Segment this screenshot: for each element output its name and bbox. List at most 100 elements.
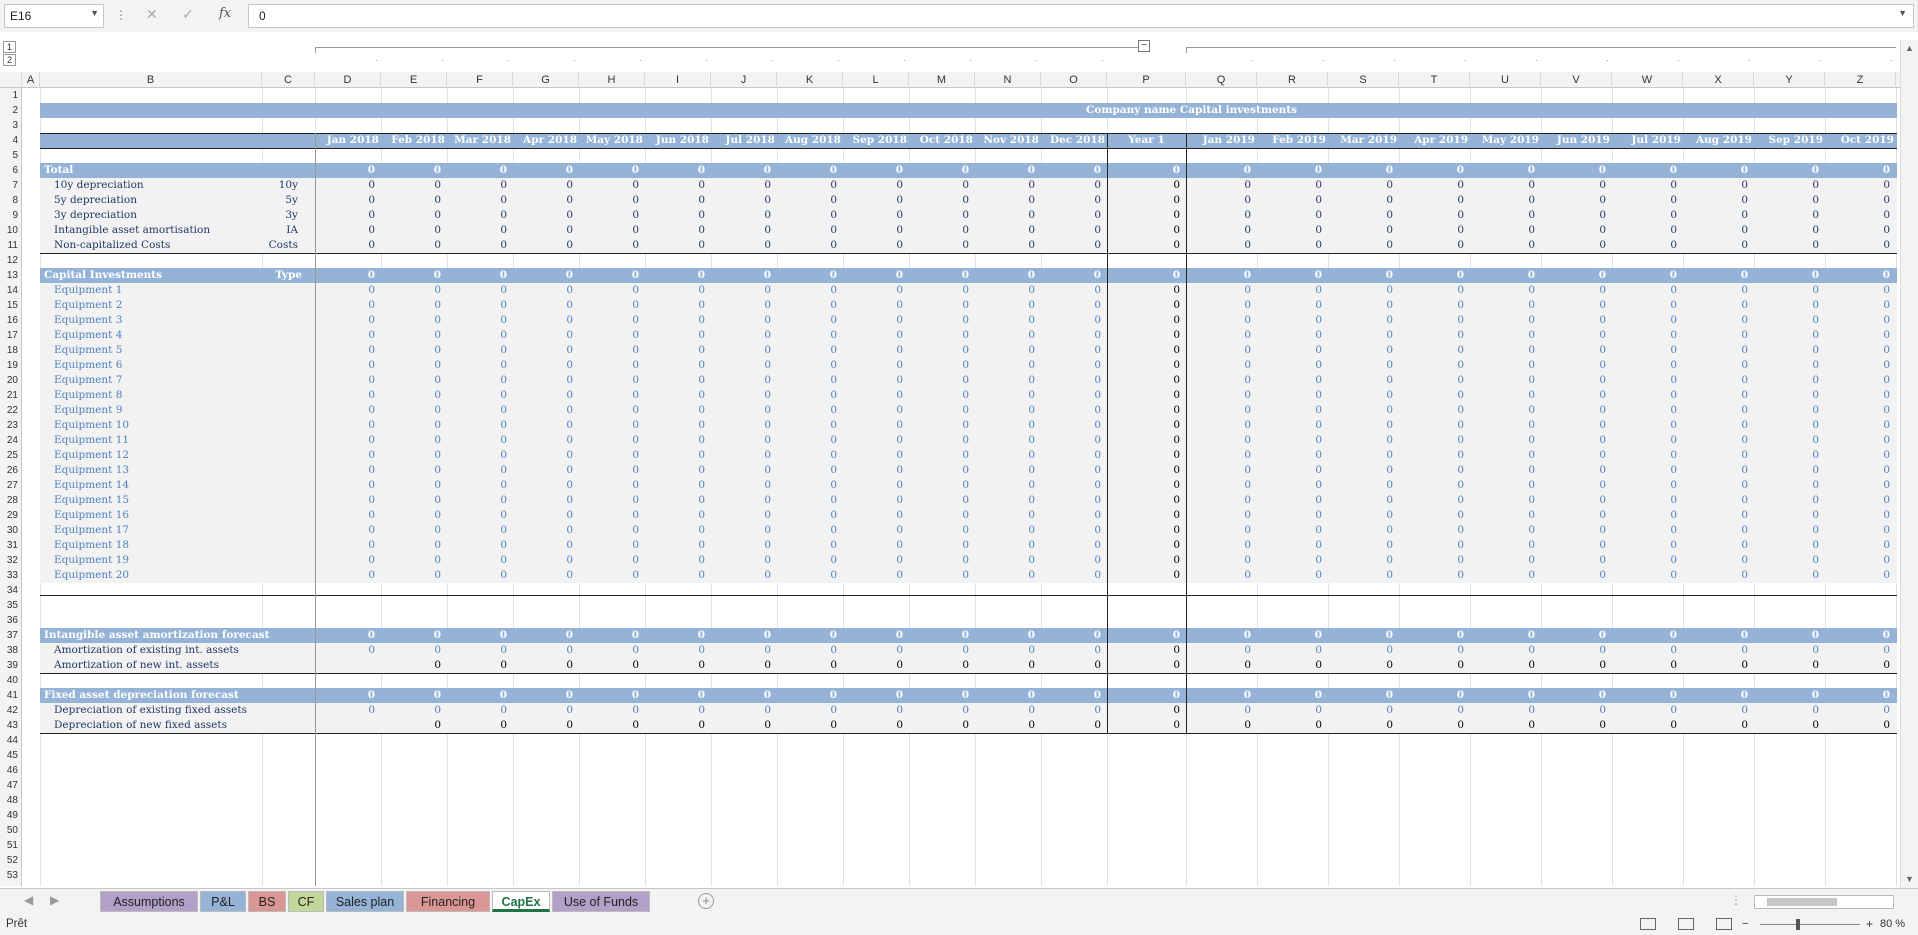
value-cell[interactable]: 0 — [1266, 373, 1322, 388]
outline-level-1-button[interactable]: 1 — [3, 41, 16, 53]
value-cell[interactable]: 0 — [1550, 643, 1606, 658]
value-cell[interactable]: 0 — [1124, 238, 1180, 253]
value-cell[interactable]: 0 — [1834, 223, 1890, 238]
value-cell[interactable]: 0 — [913, 208, 969, 223]
value-cell[interactable]: 0 — [1834, 688, 1890, 703]
value-cell[interactable]: 0 — [583, 688, 639, 703]
value-cell[interactable]: 0 — [583, 388, 639, 403]
value-cell[interactable]: 0 — [847, 223, 903, 238]
value-cell[interactable]: 0 — [385, 658, 441, 673]
column-header-a[interactable]: A — [22, 72, 40, 88]
value-cell[interactable]: 0 — [385, 643, 441, 658]
value-cell[interactable]: 0 — [1195, 343, 1251, 358]
value-cell[interactable]: 0 — [649, 343, 705, 358]
value-cell[interactable]: 0 — [1045, 208, 1101, 223]
value-cell[interactable]: 0 — [1124, 298, 1180, 313]
value-cell[interactable]: 0 — [979, 358, 1035, 373]
value-cell[interactable]: 0 — [649, 448, 705, 463]
value-cell[interactable]: 0 — [517, 568, 573, 583]
value-cell[interactable]: 0 — [649, 433, 705, 448]
value-cell[interactable]: 0 — [913, 328, 969, 343]
value-cell[interactable]: 0 — [319, 343, 375, 358]
value-cell[interactable]: 0 — [451, 298, 507, 313]
row-header[interactable]: 44 — [0, 733, 22, 748]
value-cell[interactable]: 0 — [1408, 163, 1464, 178]
value-cell[interactable]: 0 — [1045, 193, 1101, 208]
value-cell[interactable]: 0 — [1550, 283, 1606, 298]
value-cell[interactable]: 0 — [649, 178, 705, 193]
value-cell[interactable]: 0 — [649, 268, 705, 283]
value-cell[interactable]: 0 — [1124, 508, 1180, 523]
value-cell[interactable]: 0 — [1195, 658, 1251, 673]
vertical-scrollbar[interactable]: ▲ ▼ — [1900, 40, 1918, 888]
chevron-down-icon[interactable]: ▼ — [90, 8, 99, 18]
value-cell[interactable]: 0 — [1408, 523, 1464, 538]
value-cell[interactable]: 0 — [583, 313, 639, 328]
value-cell[interactable]: 0 — [1479, 313, 1535, 328]
value-cell[interactable]: 0 — [847, 328, 903, 343]
value-cell[interactable]: 0 — [1621, 493, 1677, 508]
row-header[interactable]: 5 — [0, 148, 22, 163]
row-header[interactable]: 33 — [0, 568, 22, 583]
value-cell[interactable]: 0 — [1045, 373, 1101, 388]
value-cell[interactable]: 0 — [385, 493, 441, 508]
value-cell[interactable]: 0 — [1045, 328, 1101, 343]
value-cell[interactable]: 0 — [913, 298, 969, 313]
row-header[interactable]: 7 — [0, 178, 22, 193]
value-cell[interactable]: 0 — [1692, 283, 1748, 298]
value-cell[interactable]: 0 — [1479, 223, 1535, 238]
value-cell[interactable]: 0 — [1045, 178, 1101, 193]
value-cell[interactable]: 0 — [1195, 493, 1251, 508]
value-cell[interactable]: 0 — [1266, 553, 1322, 568]
row-header[interactable]: 6 — [0, 163, 22, 178]
value-cell[interactable]: 0 — [715, 223, 771, 238]
value-cell[interactable]: 0 — [1692, 628, 1748, 643]
value-cell[interactable]: 0 — [715, 628, 771, 643]
value-cell[interactable]: 0 — [1479, 388, 1535, 403]
value-cell[interactable]: 0 — [1479, 643, 1535, 658]
value-cell[interactable]: 0 — [319, 403, 375, 418]
value-cell[interactable]: 0 — [1763, 553, 1819, 568]
value-cell[interactable]: 0 — [913, 388, 969, 403]
value-cell[interactable]: 0 — [1550, 388, 1606, 403]
value-cell[interactable]: 0 — [1834, 208, 1890, 223]
value-cell[interactable]: 0 — [1479, 208, 1535, 223]
value-cell[interactable]: 0 — [319, 643, 375, 658]
value-cell[interactable]: 0 — [979, 493, 1035, 508]
value-cell[interactable]: 0 — [1337, 658, 1393, 673]
value-cell[interactable]: 0 — [979, 553, 1035, 568]
value-cell[interactable]: 0 — [1266, 448, 1322, 463]
value-cell[interactable]: 0 — [979, 418, 1035, 433]
value-cell[interactable]: 0 — [847, 208, 903, 223]
value-cell[interactable]: 0 — [913, 448, 969, 463]
value-cell[interactable]: 0 — [385, 433, 441, 448]
value-cell[interactable]: 0 — [1195, 163, 1251, 178]
value-cell[interactable]: 0 — [1045, 163, 1101, 178]
value-cell[interactable]: 0 — [1479, 283, 1535, 298]
value-cell[interactable]: 0 — [1266, 343, 1322, 358]
value-cell[interactable]: 0 — [1479, 328, 1535, 343]
value-cell[interactable]: 0 — [1763, 358, 1819, 373]
column-header-e[interactable]: E — [381, 72, 447, 88]
value-cell[interactable]: 0 — [1550, 553, 1606, 568]
value-cell[interactable]: 0 — [1337, 463, 1393, 478]
value-cell[interactable]: 0 — [1408, 703, 1464, 718]
value-cell[interactable]: 0 — [1834, 703, 1890, 718]
zoom-out-icon[interactable]: − — [1742, 918, 1748, 930]
value-cell[interactable]: 0 — [1266, 298, 1322, 313]
value-cell[interactable]: 0 — [781, 658, 837, 673]
column-header-o[interactable]: O — [1041, 72, 1107, 88]
value-cell[interactable]: 0 — [1337, 238, 1393, 253]
value-cell[interactable]: 0 — [1266, 568, 1322, 583]
value-cell[interactable]: 0 — [1195, 718, 1251, 733]
value-cell[interactable]: 0 — [1408, 463, 1464, 478]
value-cell[interactable]: 0 — [1834, 238, 1890, 253]
value-cell[interactable]: 0 — [1337, 493, 1393, 508]
value-cell[interactable]: 0 — [1195, 418, 1251, 433]
value-cell[interactable]: 0 — [715, 403, 771, 418]
value-cell[interactable]: 0 — [649, 553, 705, 568]
value-cell[interactable]: 0 — [1834, 523, 1890, 538]
value-cell[interactable]: 0 — [913, 523, 969, 538]
value-cell[interactable]: 0 — [1266, 178, 1322, 193]
value-cell[interactable]: 0 — [1834, 313, 1890, 328]
